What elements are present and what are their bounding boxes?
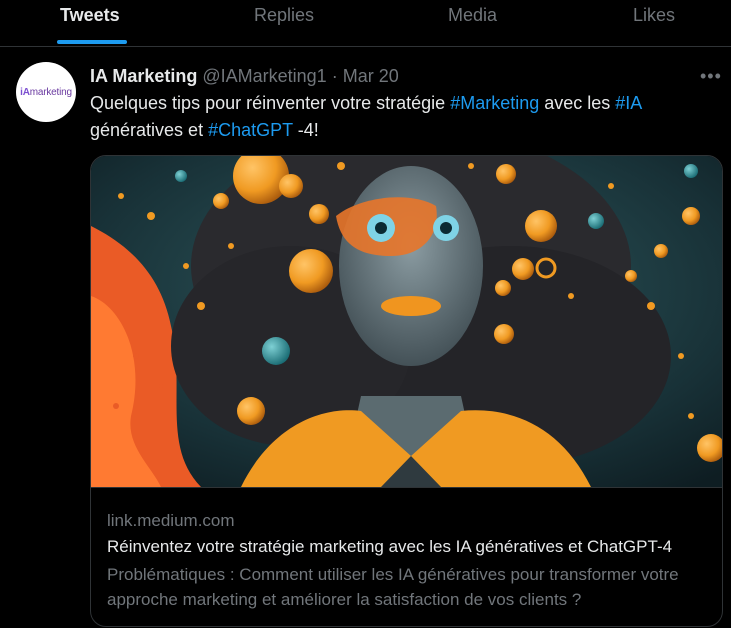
hashtag-link[interactable]: #ChatGPT <box>208 120 293 140</box>
hashtag-link[interactable]: #Marketing <box>450 93 539 113</box>
tab-likes[interactable]: Likes <box>633 2 675 48</box>
link-preview-card[interactable]: link.medium.com Réinventez votre stratég… <box>90 155 723 627</box>
hashtag-link[interactable]: #IA <box>615 93 642 113</box>
card-meta: link.medium.com Réinventez votre stratég… <box>91 487 722 626</box>
tweet-text-part: Quelques tips pour réinventer votre stra… <box>90 93 451 113</box>
tweet-text-part: génératives et <box>90 120 209 140</box>
card-domain: link.medium.com <box>107 511 235 530</box>
active-tab-indicator <box>57 40 127 44</box>
tab-replies[interactable]: Replies <box>254 2 314 48</box>
avatar-logo: iAmarketing <box>20 86 72 98</box>
card-description: Problématiques : Comment utiliser les IA… <box>107 565 679 609</box>
profile-tabs: Tweets Replies Media Likes <box>0 0 731 47</box>
author-name[interactable]: IA Marketing <box>90 66 197 86</box>
card-title[interactable]: Réinventez votre stratégie marketing ave… <box>107 536 707 558</box>
tab-replies-label: Replies <box>254 5 315 25</box>
tweet-text: Quelques tips pour réinventer votre stra… <box>90 90 720 144</box>
tab-likes-label: Likes <box>633 5 676 25</box>
card-image[interactable] <box>91 156 722 487</box>
tweet-date[interactable]: Mar 20 <box>343 66 399 86</box>
tab-media-label: Media <box>448 5 498 25</box>
tweet-text-part: -4! <box>292 120 319 140</box>
avatar[interactable]: iAmarketing <box>16 62 76 122</box>
separator-dot: · <box>331 66 338 86</box>
author-handle[interactable]: @IAMarketing1 <box>202 66 326 86</box>
tweet-text-part: avec les <box>539 93 616 113</box>
more-icon[interactable]: ••• <box>700 66 722 87</box>
tweet-header: IA Marketing @IAMarketing1 · Mar 20 <box>90 64 399 88</box>
tab-media[interactable]: Media <box>448 2 497 48</box>
tab-tweets-label: Tweets <box>60 5 120 25</box>
